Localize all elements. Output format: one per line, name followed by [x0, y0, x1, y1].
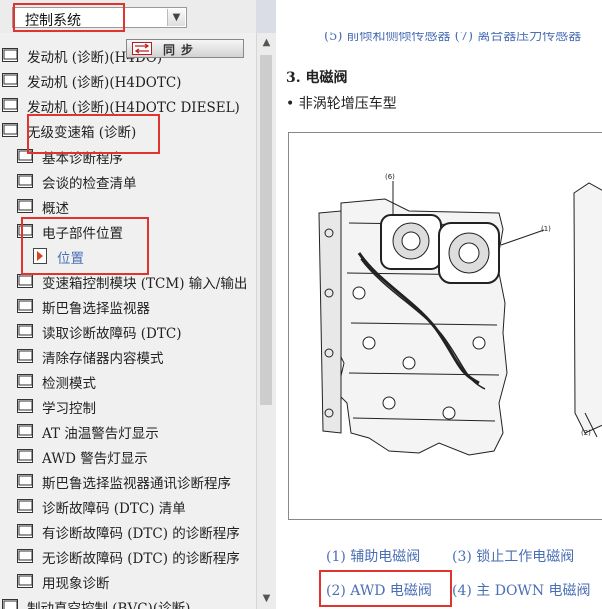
- book-icon: [2, 599, 18, 609]
- tree-item-label: 检测模式: [42, 376, 96, 392]
- tree-item-label: 电子部件位置: [42, 226, 123, 242]
- book-icon: [17, 149, 33, 163]
- sync-arrows-icon: [132, 42, 152, 55]
- selector-bar: 控制系统 ▼: [0, 0, 256, 33]
- book-icon: [17, 499, 33, 513]
- book-icon: [17, 174, 33, 188]
- book-icon: [17, 374, 33, 388]
- book-icon: [17, 349, 33, 363]
- book-icon: [17, 299, 33, 313]
- tree-item-label: AWD 警告灯显示: [42, 451, 148, 467]
- tree-item-label: 基本诊断程序: [42, 151, 123, 167]
- book-icon: [17, 399, 33, 413]
- link-main-down-solenoid[interactable]: (4) 主 DOWN 电磁阀: [452, 580, 591, 600]
- tree-item-label: 诊断故障码 (DTC) 清单: [42, 501, 186, 517]
- sync-button[interactable]: 同步: [126, 39, 244, 58]
- tree-item-label: 发动机 (诊断)(H4DOTC DIESEL): [27, 100, 240, 116]
- callout-2: (2): [581, 429, 591, 437]
- open-book-icon: [17, 224, 33, 238]
- tree-item-label: AT 油温警告灯显示: [42, 426, 159, 442]
- callout-6: (6): [385, 173, 395, 181]
- sync-button-label: 同步: [163, 43, 200, 57]
- book-icon: [17, 474, 33, 488]
- nav-scrollbar[interactable]: ▲ ▼: [256, 33, 276, 609]
- tree-item-label: 读取诊断故障码 (DTC): [42, 326, 182, 342]
- book-icon: [17, 574, 33, 588]
- tree-item-label: 有诊断故障码 (DTC) 的诊断程序: [42, 526, 240, 542]
- book-icon: [17, 274, 33, 288]
- tree-item-label: 制动真空控制 (BVC)(诊断): [27, 601, 191, 609]
- pane-splitter-top: [256, 0, 276, 33]
- tree-item-label: 斯巴鲁选择监视器: [42, 301, 150, 317]
- book-icon: [17, 524, 33, 538]
- page-icon: [33, 248, 47, 264]
- book-icon: [2, 98, 18, 112]
- valve-body-illustration: [318, 181, 602, 456]
- tree-item-label: 学习控制: [42, 401, 96, 417]
- tree-item-label: 会谈的检查清单: [42, 176, 137, 192]
- book-icon: [2, 73, 18, 87]
- link-lockup-solenoid[interactable]: (3) 锁止工作电磁阀: [452, 546, 574, 566]
- book-icon: [17, 199, 33, 213]
- section-subheading: • 非涡轮增压车型: [286, 96, 397, 112]
- nav-pane: 控制系统 ▼ 同步 发动机 (诊断)(H4DO) 发动机 (诊断)(H4DOTC…: [0, 0, 256, 609]
- tree-item-label: 概述: [42, 201, 69, 217]
- book-icon: [17, 549, 33, 563]
- tree-item-label: 变速箱控制模块 (TCM) 输入/输出: [42, 276, 248, 292]
- section-heading: 3. 电磁阀: [286, 70, 348, 86]
- scroll-up-icon[interactable]: ▲: [258, 35, 275, 51]
- tree-item-label: 斯巴鲁选择监视器通讯诊断程序: [42, 476, 231, 492]
- book-icon: [17, 449, 33, 463]
- book-icon: [17, 424, 33, 438]
- tree-item-label: 发动机 (诊断)(H4DOTC): [27, 75, 182, 91]
- previous-links[interactable]: (5) 前倾和侧倾传感器 (7) 离合器压力传感器: [324, 32, 581, 44]
- tree-item-label: 清除存储器内容模式: [42, 351, 164, 367]
- scroll-thumb[interactable]: [260, 55, 272, 405]
- tree-item-label: 无诊断故障码 (DTC) 的诊断程序: [42, 551, 240, 567]
- link-aux-solenoid[interactable]: (1) 辅助电磁阀: [326, 546, 420, 566]
- content-pane: (5) 前倾和侧倾传感器 (7) 离合器压力传感器 3. 电磁阀 • 非涡轮增压…: [276, 0, 602, 609]
- link-awd-solenoid[interactable]: (2) AWD 电磁阀: [326, 580, 432, 600]
- book-icon: [17, 324, 33, 338]
- system-selector[interactable]: 控制系统 ▼: [12, 7, 187, 29]
- tree-item-label: 位置: [57, 251, 84, 267]
- chevron-down-icon[interactable]: ▼: [167, 9, 185, 26]
- tree-item-label: 无级变速箱 (诊断): [27, 125, 137, 141]
- book-icon: [2, 48, 18, 62]
- solenoid-valve-diagram: (6) (1) (2): [288, 132, 602, 520]
- system-selector-value: 控制系统: [25, 13, 81, 29]
- open-book-icon: [2, 123, 18, 137]
- tree-item-label: 用现象诊断: [42, 576, 110, 592]
- scroll-down-icon[interactable]: ▼: [258, 591, 275, 607]
- callout-1: (1): [541, 225, 551, 233]
